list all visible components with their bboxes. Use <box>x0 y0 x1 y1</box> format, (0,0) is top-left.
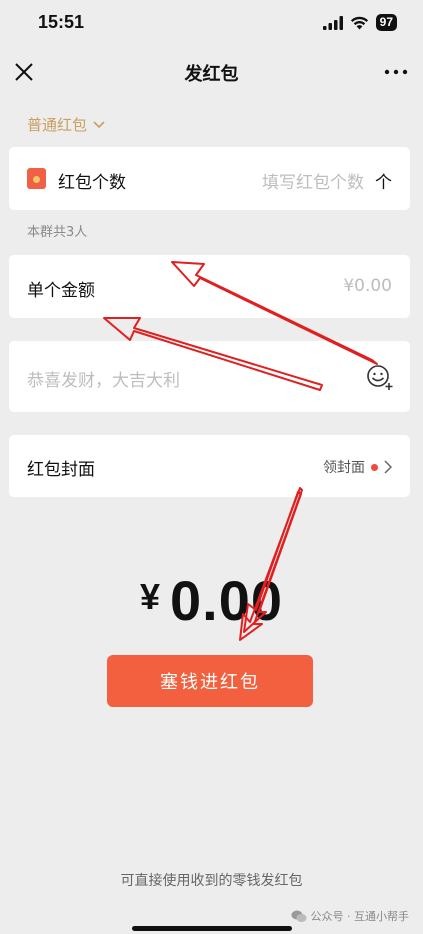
submit-packet-button[interactable]: 塞钱进红包 <box>107 655 313 707</box>
watermark: 公众号 · 互通小帮手 <box>291 908 410 924</box>
total-value: 0.00 <box>170 569 284 632</box>
packet-count-input[interactable]: 填写红包个数 <box>262 168 364 193</box>
total-currency: ¥ <box>139 576 161 617</box>
more-icon[interactable] <box>383 60 409 84</box>
chevron-down-icon <box>93 120 105 128</box>
status-bar: 15:51 97 <box>0 0 423 48</box>
total-amount: ¥0.00 <box>0 568 423 633</box>
greeting-row: 恭喜发财，大吉大利 <box>9 341 410 412</box>
battery-level: 97 <box>375 14 397 31</box>
footer-tip: 可直接使用收到的零钱发红包 <box>120 873 303 889</box>
chevron-right-icon <box>384 460 392 474</box>
red-packet-icon <box>27 168 46 189</box>
packet-cover-label: 红包封面 <box>27 460 95 480</box>
wechat-icon <box>291 910 306 922</box>
packet-type-label: 普通红包 <box>27 116 88 134</box>
get-cover-link[interactable]: 领封面 <box>323 457 365 477</box>
nav-bar: 发红包 <box>0 52 423 94</box>
packet-count-unit: 个 <box>375 173 392 193</box>
home-indicator <box>132 926 292 931</box>
wifi-icon <box>350 16 368 29</box>
packet-count-label: 红包个数 <box>58 173 126 193</box>
packet-type-selector[interactable]: 普通红包 <box>27 114 105 135</box>
emoji-icon[interactable] <box>366 363 394 391</box>
packet-count-row: 红包个数 填写红包个数 个 <box>9 147 410 210</box>
new-badge-dot <box>371 463 378 471</box>
packet-cover-row[interactable]: 红包封面 领封面 <box>9 435 410 497</box>
group-member-hint: 本群共3人 <box>27 225 88 240</box>
cover-link-group[interactable]: 领封面 <box>323 457 392 477</box>
page-title: 发红包 <box>184 64 239 85</box>
single-amount-input[interactable]: ¥0.00 <box>343 276 392 296</box>
signal-icon <box>322 15 343 30</box>
greeting-input[interactable]: 恭喜发财，大吉大利 <box>27 366 180 391</box>
status-icons: 97 <box>322 14 397 31</box>
status-time: 15:51 <box>38 12 85 32</box>
single-amount-label: 单个金额 <box>27 281 95 301</box>
watermark-text: 公众号 · 互通小帮手 <box>310 910 410 923</box>
single-amount-row: 单个金额 ¥0.00 <box>9 255 410 318</box>
